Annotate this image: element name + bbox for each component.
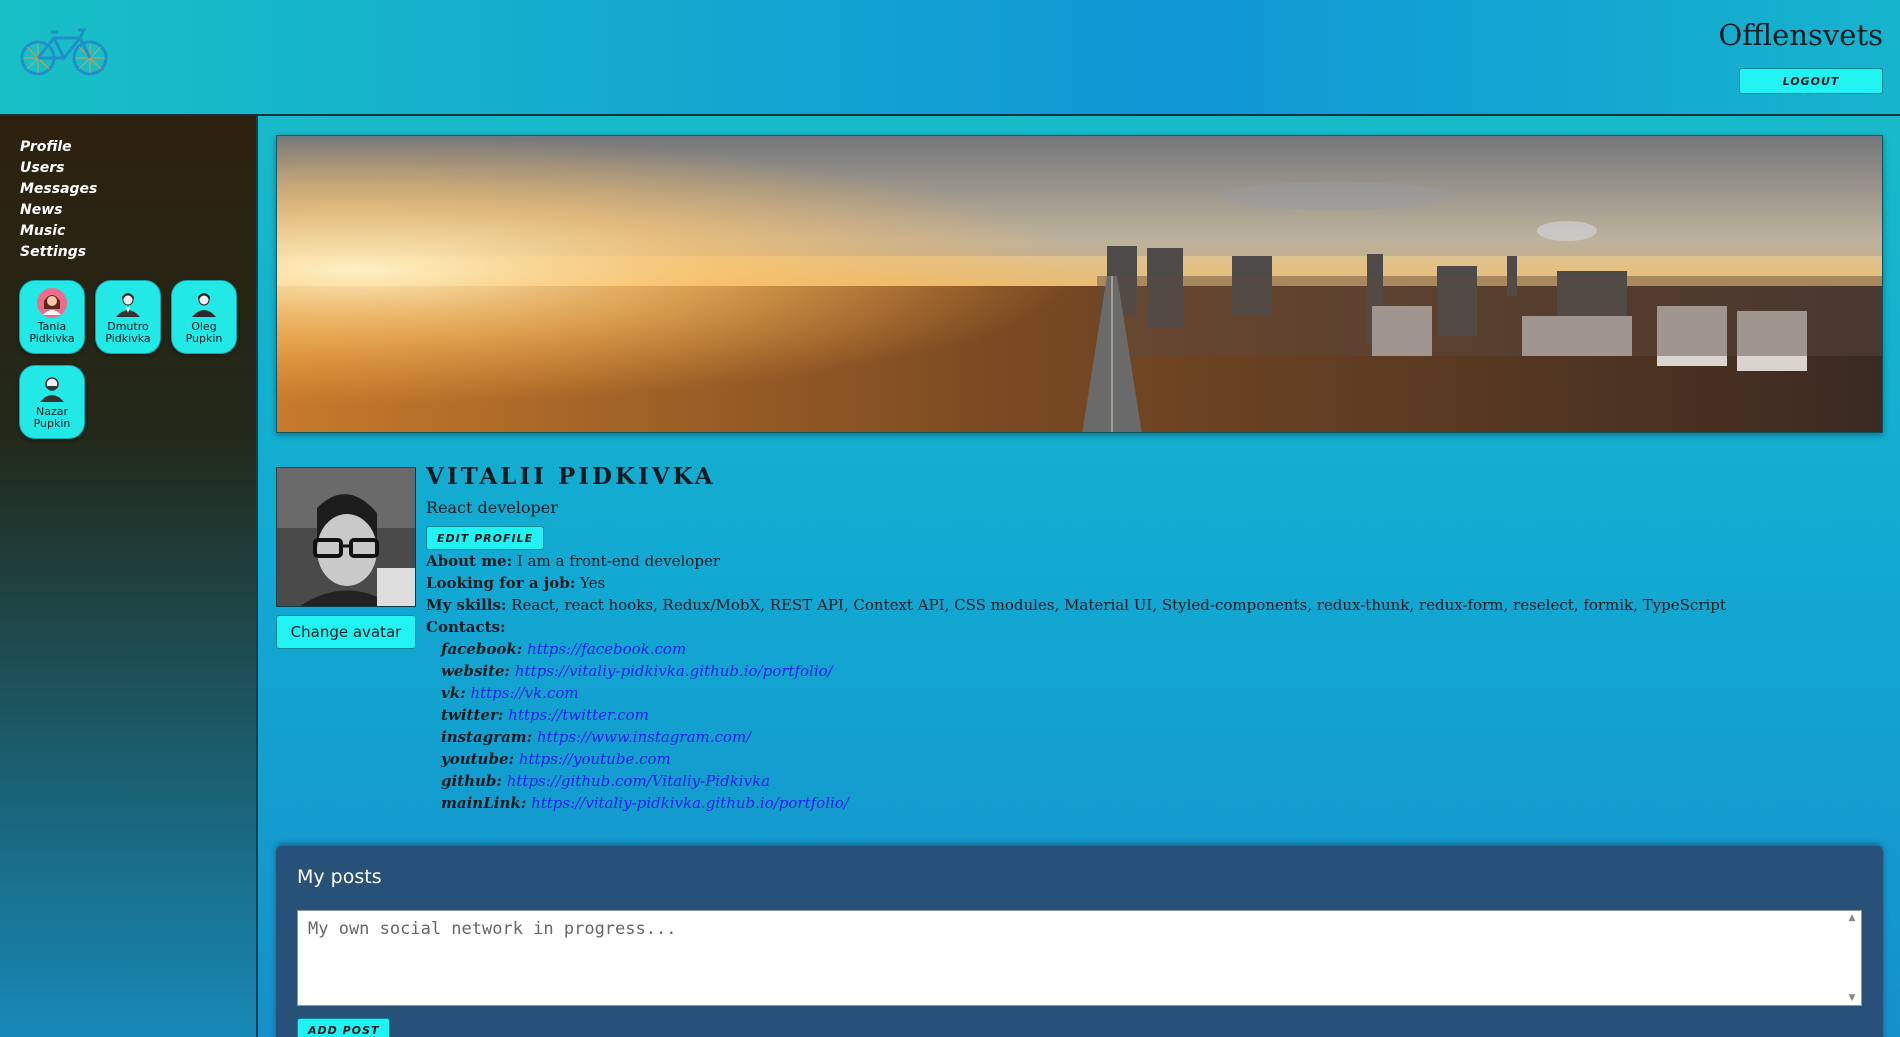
looking-for-job-label: Looking for a job:: [426, 574, 576, 592]
nav-item-profile[interactable]: Profile: [20, 139, 72, 155]
sidebar-nav: Profile Users Messages News Music Settin…: [20, 136, 97, 262]
friend-name: Nazar Pupkin: [33, 405, 71, 430]
nav-item-news[interactable]: News: [20, 202, 62, 218]
contact-key: mainLink:: [441, 794, 527, 812]
contact-instagram: instagram: https://www.instagram.com/: [426, 726, 1886, 748]
new-post-input[interactable]: [297, 910, 1862, 1006]
contact-key: youtube:: [441, 750, 515, 768]
nav-item-messages[interactable]: Messages: [20, 181, 97, 197]
friend-name: Tania Pidkivka: [29, 320, 75, 345]
about-me-label: About me:: [426, 552, 513, 570]
scroll-up-arrow-icon[interactable]: ▲: [1845, 912, 1859, 924]
nav-item-music[interactable]: Music: [20, 223, 65, 239]
contact-link[interactable]: https://vk.com: [470, 684, 578, 702]
profile-name: VITALII PIDKIVKA: [426, 463, 716, 490]
contact-facebook: facebook: https://facebook.com: [426, 638, 1886, 660]
friend-card[interactable]: Dmutro Pidkivka: [95, 280, 161, 354]
scroll-down-arrow-icon[interactable]: ▼: [1845, 992, 1859, 1004]
female-avatar-icon: [37, 288, 67, 318]
contacts-label: Contacts:: [426, 618, 506, 636]
posts-title: My posts: [297, 866, 382, 888]
skills-label: My skills:: [426, 596, 507, 614]
looking-for-job: Looking for a job: Yes: [426, 572, 1886, 594]
contact-link[interactable]: https://youtube.com: [519, 750, 671, 768]
nav-item-settings[interactable]: Settings: [20, 244, 86, 260]
contact-link[interactable]: https://vitaliy-pidkivka.github.io/portf…: [531, 794, 849, 812]
contact-link[interactable]: https://github.com/Vitaliy-Pidkivka: [507, 772, 770, 790]
looking-for-job-value: Yes: [580, 574, 606, 592]
contact-key: twitter:: [441, 706, 504, 724]
contact-key: website:: [441, 662, 511, 680]
male-avatar-icon: [116, 293, 140, 317]
contact-key: vk:: [441, 684, 466, 702]
my-posts-section: My posts ▲ ▼ ADD POST: [276, 846, 1883, 1037]
contact-youtube: youtube: https://youtube.com: [426, 748, 1886, 770]
change-avatar-button[interactable]: Change avatar: [276, 615, 416, 649]
about-me: About me: I am a front-end developer: [426, 550, 1886, 572]
contact-link[interactable]: https://www.instagram.com/: [537, 728, 751, 746]
edit-profile-button[interactable]: EDIT PROFILE: [426, 526, 545, 550]
friend-card[interactable]: Oleg Pupkin: [171, 280, 237, 354]
friend-name: Oleg Pupkin: [185, 320, 223, 345]
male-avatar-icon: [192, 293, 216, 317]
contact-link[interactable]: https://vitaliy-pidkivka.github.io/portf…: [515, 662, 833, 680]
contact-vk: vk: https://vk.com: [426, 682, 1886, 704]
friend-card[interactable]: Tania Pidkivka: [19, 280, 85, 354]
sidebar: Profile Users Messages News Music Settin…: [0, 116, 258, 1037]
contact-github: github: https://github.com/Vitaliy-Pidki…: [426, 770, 1886, 792]
profile-photo: [276, 467, 416, 607]
contacts-heading: Contacts:: [426, 616, 1886, 638]
profile-info: VITALII PIDKIVKA React developer EDIT PR…: [426, 462, 1886, 814]
logout-button[interactable]: LOGOUT: [1739, 68, 1883, 94]
app-title: Offlensvets: [1718, 18, 1883, 52]
friend-card[interactable]: Nazar Pupkin: [19, 365, 85, 439]
bearded-avatar-icon: [40, 377, 64, 402]
profile-status: React developer: [426, 498, 558, 517]
about-me-value: I am a front-end developer: [516, 552, 720, 570]
bicycle-icon[interactable]: [18, 24, 110, 80]
contact-twitter: twitter: https://twitter.com: [426, 704, 1886, 726]
contact-link[interactable]: https://facebook.com: [527, 640, 686, 658]
friend-name: Dmutro Pidkivka: [105, 320, 151, 345]
contact-key: facebook:: [441, 640, 523, 658]
contact-mainlink: mainLink: https://vitaliy-pidkivka.githu…: [426, 792, 1886, 814]
skills: My skills: React, react hooks, Redux/Mob…: [426, 594, 1886, 616]
contact-key: github:: [441, 772, 502, 790]
contact-link[interactable]: https://twitter.com: [508, 706, 649, 724]
contact-key: instagram:: [441, 728, 533, 746]
contact-website: website: https://vitaliy-pidkivka.github…: [426, 660, 1886, 682]
profile-cover-image: [276, 135, 1883, 433]
app-header: Offlensvets LOGOUT: [0, 0, 1900, 116]
nav-item-users[interactable]: Users: [20, 160, 64, 176]
add-post-button[interactable]: ADD POST: [297, 1018, 391, 1037]
skills-value: React, react hooks, Redux/MobX, REST API…: [511, 596, 1726, 614]
